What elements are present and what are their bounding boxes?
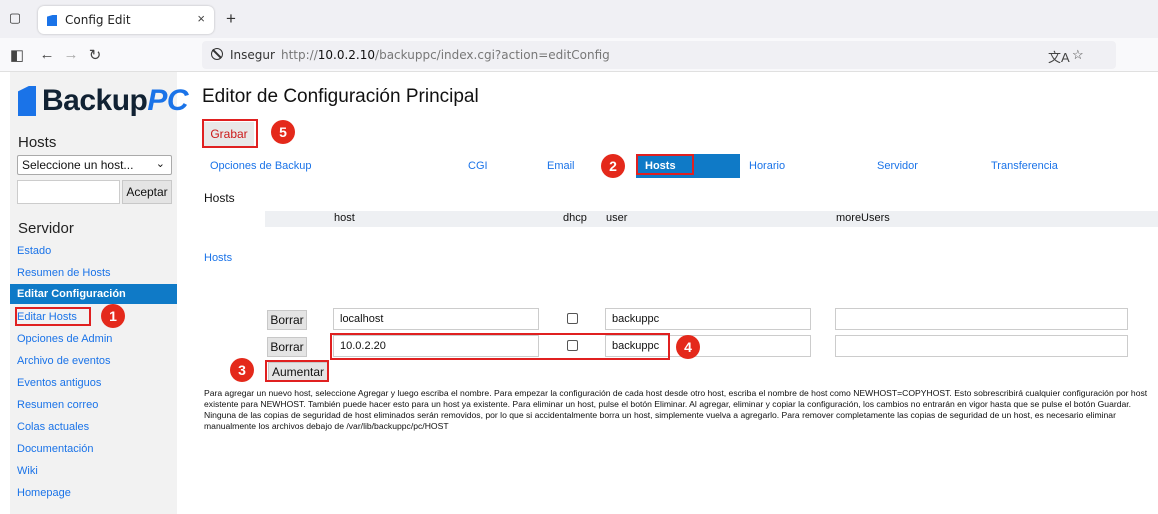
browser-tab[interactable]: Config Edit × [38,6,214,34]
tab-backup-options[interactable]: Opciones de Backup [210,160,312,172]
page-content: BackupPC Hosts Seleccione un host... ⌄ A… [0,72,1158,514]
host-select-value: Seleccione un host... [22,158,134,172]
new-tab-button[interactable]: + [226,9,236,29]
logo-backup: Backup [42,84,148,117]
page-title: Editor de Configuración Principal [202,86,479,107]
dhcp-checkbox[interactable] [567,313,578,324]
step-badge-5: 5 [271,120,295,144]
column-moreusers: moreUsers [836,212,890,224]
main-content: Editor de Configuración Principal Grabar… [202,72,1158,514]
highlight-add [265,360,329,382]
logo-pc: PC [147,84,189,117]
browser-navbar: ◧ ← → ↻ Insegur http://10.0.2.10/backupp… [0,38,1158,72]
browser-tabbar: ▢ Config Edit × + [0,0,1158,38]
sidebar-toggle-icon[interactable]: ◧ [8,46,26,64]
address-bar[interactable]: Insegur http://10.0.2.10/backuppc/index.… [202,41,1116,69]
server-heading: Servidor [18,220,74,237]
hosts-table-label[interactable]: Hosts [204,252,232,264]
tab-cgi[interactable]: CGI [468,160,488,172]
sidebar-link-host-summary[interactable]: Resumen de Hosts [17,267,111,279]
sidebar-link-current-queues[interactable]: Colas actuales [17,421,89,433]
step-badge-2: 2 [601,154,625,178]
highlight-new-host-row [330,333,670,360]
help-text: Para agregar un nuevo host, seleccione A… [204,388,1148,431]
forward-arrow-icon[interactable]: → [62,46,80,63]
hosts-heading: Hosts [18,134,57,151]
host-select[interactable]: Seleccione un host... ⌄ [17,155,172,175]
column-user: user [606,212,628,224]
url-host: 10.0.2.10 [317,48,376,62]
insecure-shield-icon[interactable] [211,48,223,60]
sidebar-link-event-log[interactable]: Archivo de eventos [17,355,111,367]
highlight-hosts-tab [636,154,694,175]
reload-icon[interactable]: ↻ [86,46,104,64]
translate-icon[interactable]: 文A [1048,47,1070,66]
moreusers-field[interactable] [835,335,1128,357]
sidebar-link-old-events[interactable]: Eventos antiguos [17,377,101,389]
tab-title: Config Edit [65,13,131,27]
tab-transfer[interactable]: Transferencia [991,160,1058,172]
url-prefix: http:// [281,48,318,62]
tab-server[interactable]: Servidor [877,160,918,172]
user-field[interactable]: backuppc [605,308,811,330]
config-tabs: Opciones de Backup CGI Email Hosts Horar… [202,154,1158,178]
sidebar-link-mail-summary[interactable]: Resumen correo [17,399,98,411]
url-path: /backuppc/index.cgi?action=editConfig [375,48,610,62]
accept-button[interactable]: Aceptar [122,180,172,204]
logo-mark-icon [18,86,36,116]
sidebar-link-status[interactable]: Estado [17,245,51,257]
highlight-edit-hosts [15,307,91,326]
tab-email[interactable]: Email [547,160,575,172]
sidebar: BackupPC Hosts Seleccione un host... ⌄ A… [10,72,189,514]
delete-button[interactable]: Borrar [267,310,307,330]
logo-text: BackupPC [42,84,189,118]
table-row: Borrar localhost backuppc [265,308,1158,332]
backuppc-favicon-icon [47,15,57,26]
host-field[interactable]: localhost [333,308,539,330]
step-badge-4: 4 [676,335,700,359]
step-badge-3: 3 [230,358,254,382]
sidebar-link-edit-config[interactable]: Editar Configuración [10,284,177,304]
back-arrow-icon[interactable]: ← [38,46,56,63]
close-tab-icon[interactable]: × [197,11,205,26]
highlight-save [202,119,258,148]
sidebar-link-admin-options[interactable]: Opciones de Admin [17,333,112,345]
url-text[interactable]: http://10.0.2.10/backuppc/index.cgi?acti… [281,48,610,62]
tab-schedule[interactable]: Horario [749,160,785,172]
sidebar-link-wiki[interactable]: Wiki [17,465,38,477]
delete-button[interactable]: Borrar [267,337,307,357]
chevron-down-icon: ⌄ [155,158,165,170]
column-dhcp: dhcp [563,212,587,224]
bookmark-star-icon[interactable]: ☆ [1072,47,1084,63]
hosts-table-header: host dhcp user moreUsers [265,211,1158,227]
column-host: host [334,212,355,224]
tab-list-icon[interactable]: ▢ [6,10,24,28]
host-search-input[interactable] [17,180,120,204]
step-badge-1: 1 [101,304,125,328]
sidebar-link-documentation[interactable]: Documentación [17,443,93,455]
insecure-label[interactable]: Insegur [230,48,275,62]
moreusers-field[interactable] [835,308,1128,330]
section-label: Hosts [204,191,235,205]
sidebar-link-homepage[interactable]: Homepage [17,487,71,499]
